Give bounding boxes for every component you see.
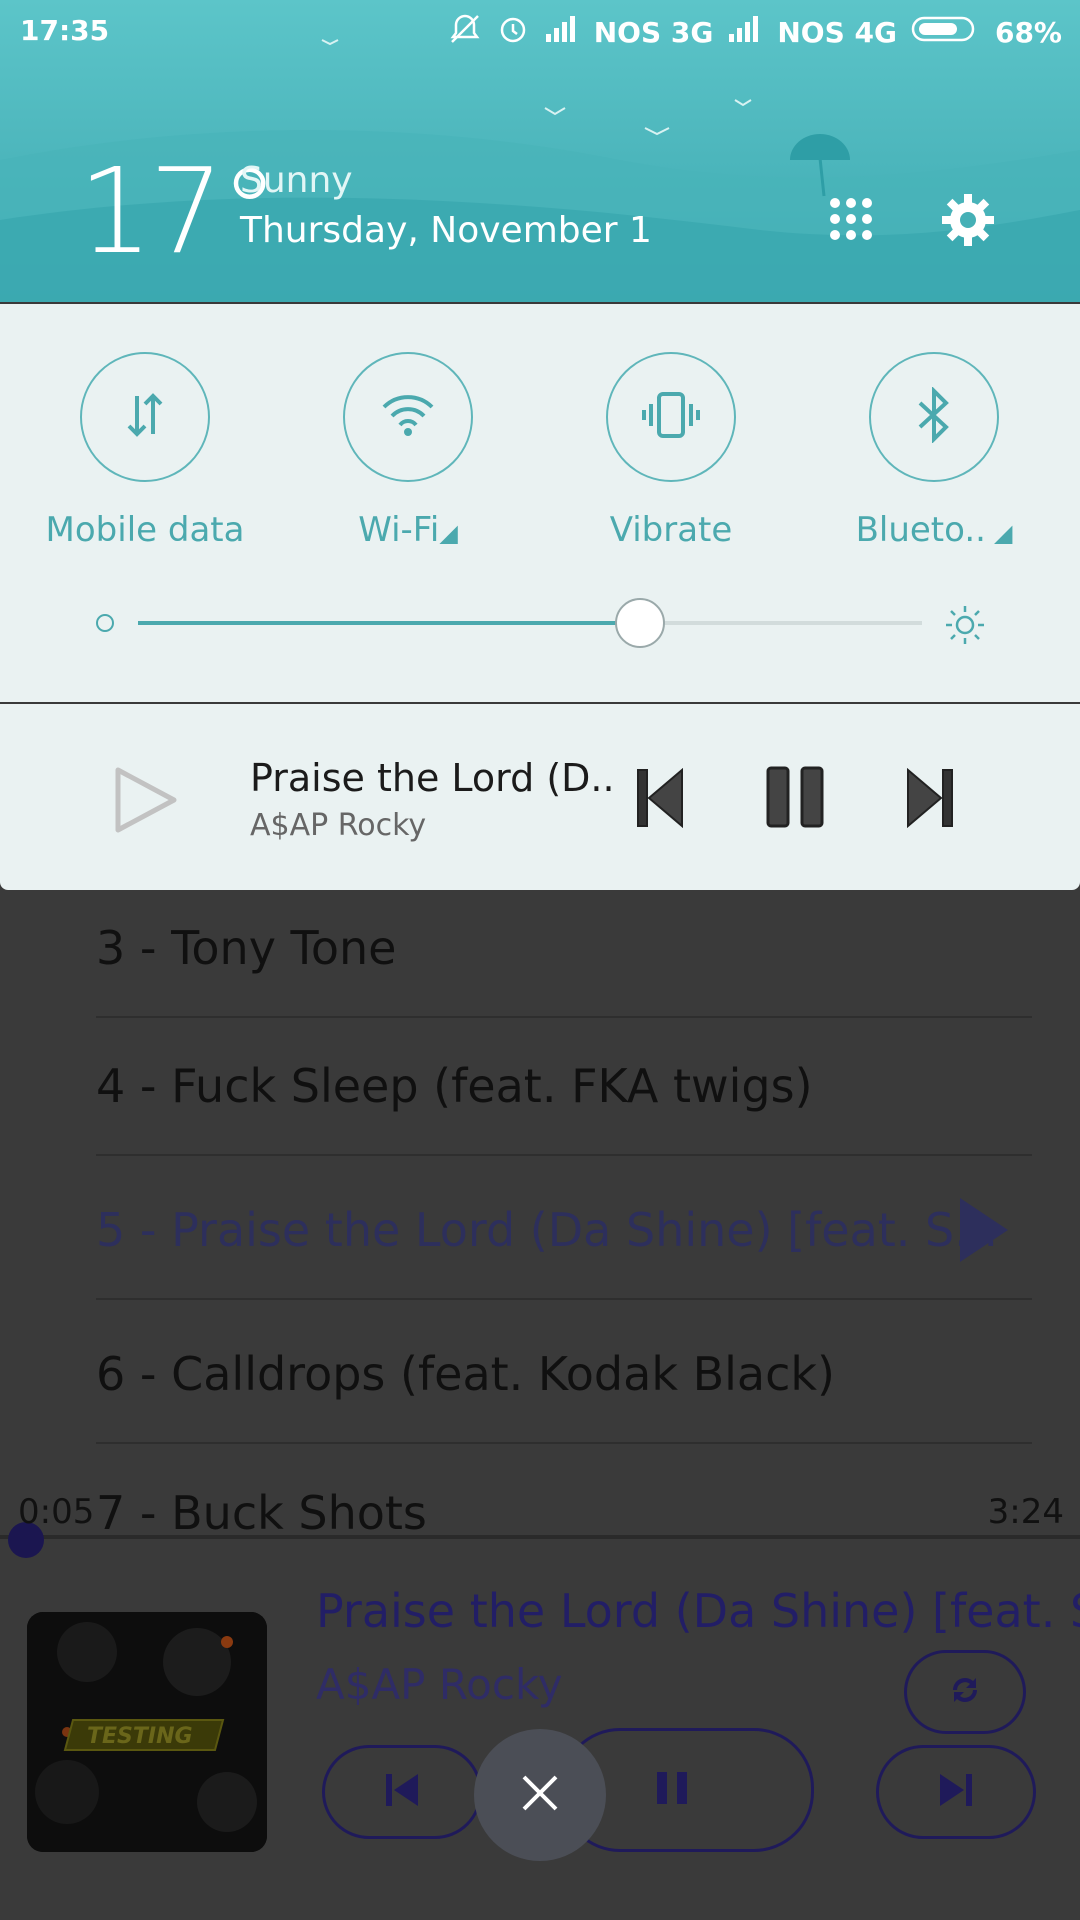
quick-settings-panel: Mobile data Wi-Fi◢ Vibrate Blueto.. ◢ (0, 304, 1080, 702)
bluetooth-icon (914, 386, 954, 447)
toggle-label: Blueto.. (855, 510, 986, 550)
brightness-high-icon (944, 604, 986, 650)
album-art-text: TESTING (87, 1724, 193, 1749)
track-label: 6 - Calldrops (feat. Kodak Black) (96, 1347, 835, 1401)
toggle-label: Wi-Fi (358, 510, 440, 550)
seek-bar[interactable] (0, 1535, 1080, 1539)
pause-icon[interactable] (766, 766, 826, 832)
weather-header: 17:35 NOS 3G NOS 4G 68% 17° Sunny Thursd… (0, 0, 1080, 302)
wifi-icon (380, 393, 436, 441)
gear-icon (940, 194, 996, 252)
track-label: 7 - Buck Shots (96, 1486, 427, 1540)
media-notification[interactable]: Praise the Lord (D.. A$AP Rocky (0, 704, 1080, 890)
close-icon (520, 1773, 560, 1817)
signal-icon (544, 14, 580, 51)
player-artist: A$AP Rocky (316, 1660, 563, 1709)
mute-bell-icon (448, 12, 482, 53)
skip-previous-icon (382, 1770, 422, 1814)
signal-icon (727, 14, 763, 51)
toggle-circle[interactable] (869, 352, 999, 482)
previous-button[interactable] (322, 1745, 482, 1839)
battery-percent: 68% (994, 16, 1062, 49)
toggle-mobile-data[interactable]: Mobile data (45, 352, 245, 550)
skip-next-icon[interactable] (906, 767, 954, 832)
toggle-grid-button[interactable] (828, 196, 874, 246)
track-row[interactable]: 3 - Tony Tone (96, 880, 1032, 1018)
mobile-data-icon (125, 390, 165, 444)
carrier-1-label: NOS 3G (593, 16, 714, 49)
date-label[interactable]: Thursday, November 1 (240, 210, 652, 251)
close-button[interactable] (474, 1729, 606, 1861)
battery-icon (911, 14, 981, 51)
carrier-2-label: NOS 4G (777, 16, 897, 49)
toggle-label-wrap: Blueto.. ◢ (834, 510, 1034, 550)
status-bar: 17:35 NOS 3G NOS 4G 68% (0, 0, 1080, 60)
next-button[interactable] (876, 1745, 1036, 1839)
brightness-fill (138, 621, 640, 625)
vibrate-icon (641, 390, 701, 444)
status-time: 17:35 (20, 14, 110, 47)
toggle-circle[interactable] (343, 352, 473, 482)
album-art[interactable]: TESTING (27, 1612, 267, 1852)
toggle-vibrate[interactable]: Vibrate (571, 352, 771, 550)
media-title: Praise the Lord (D.. (250, 756, 615, 800)
player-track-title: Praise the Lord (Da Shine) [feat. S (316, 1584, 1080, 1638)
track-row[interactable]: 6 - Calldrops (feat. Kodak Black) (96, 1306, 1032, 1444)
alarm-icon (496, 12, 530, 53)
repeat-button[interactable] (904, 1650, 1026, 1734)
skip-next-icon (936, 1770, 976, 1814)
toggle-label: Mobile data (45, 510, 245, 550)
brightness-slider[interactable] (138, 621, 922, 625)
pause-icon (655, 1770, 689, 1810)
track-label: 4 - Fuck Sleep (feat. FKA twigs) (96, 1059, 813, 1113)
play-icon (956, 1194, 1012, 1277)
track-label: 5 - Praise the Lord (Da Shine) [feat. S.… (96, 1203, 999, 1257)
repeat-icon (945, 1670, 985, 1714)
skip-previous-icon[interactable] (636, 767, 684, 832)
expand-arrow-icon: ◢ (993, 519, 1013, 547)
play-icon[interactable] (114, 766, 178, 838)
brightness-slider-handle[interactable] (614, 598, 665, 648)
toggle-bluetooth[interactable]: Blueto.. ◢ (834, 352, 1034, 550)
media-artist: A$AP Rocky (250, 808, 427, 843)
track-row-playing[interactable]: 5 - Praise the Lord (Da Shine) [feat. S.… (96, 1162, 1032, 1300)
grid-icon (828, 198, 874, 246)
elapsed-time: 0:05 (18, 1492, 95, 1532)
expand-arrow-icon: ◢ (439, 519, 458, 547)
track-row[interactable]: 4 - Fuck Sleep (feat. FKA twigs) (96, 1018, 1032, 1156)
toggle-label: Vibrate (609, 510, 733, 550)
settings-button[interactable] (940, 192, 996, 252)
weather-condition: Sunny (240, 160, 353, 201)
toggle-circle[interactable] (80, 352, 210, 482)
track-label: 3 - Tony Tone (96, 921, 397, 975)
total-time: 3:24 (987, 1492, 1064, 1532)
toggle-label-wrap: Wi-Fi◢ (308, 510, 508, 550)
brightness-low-icon (96, 614, 114, 632)
toggle-wifi[interactable]: Wi-Fi◢ (308, 352, 508, 550)
toggle-circle[interactable] (606, 352, 736, 482)
